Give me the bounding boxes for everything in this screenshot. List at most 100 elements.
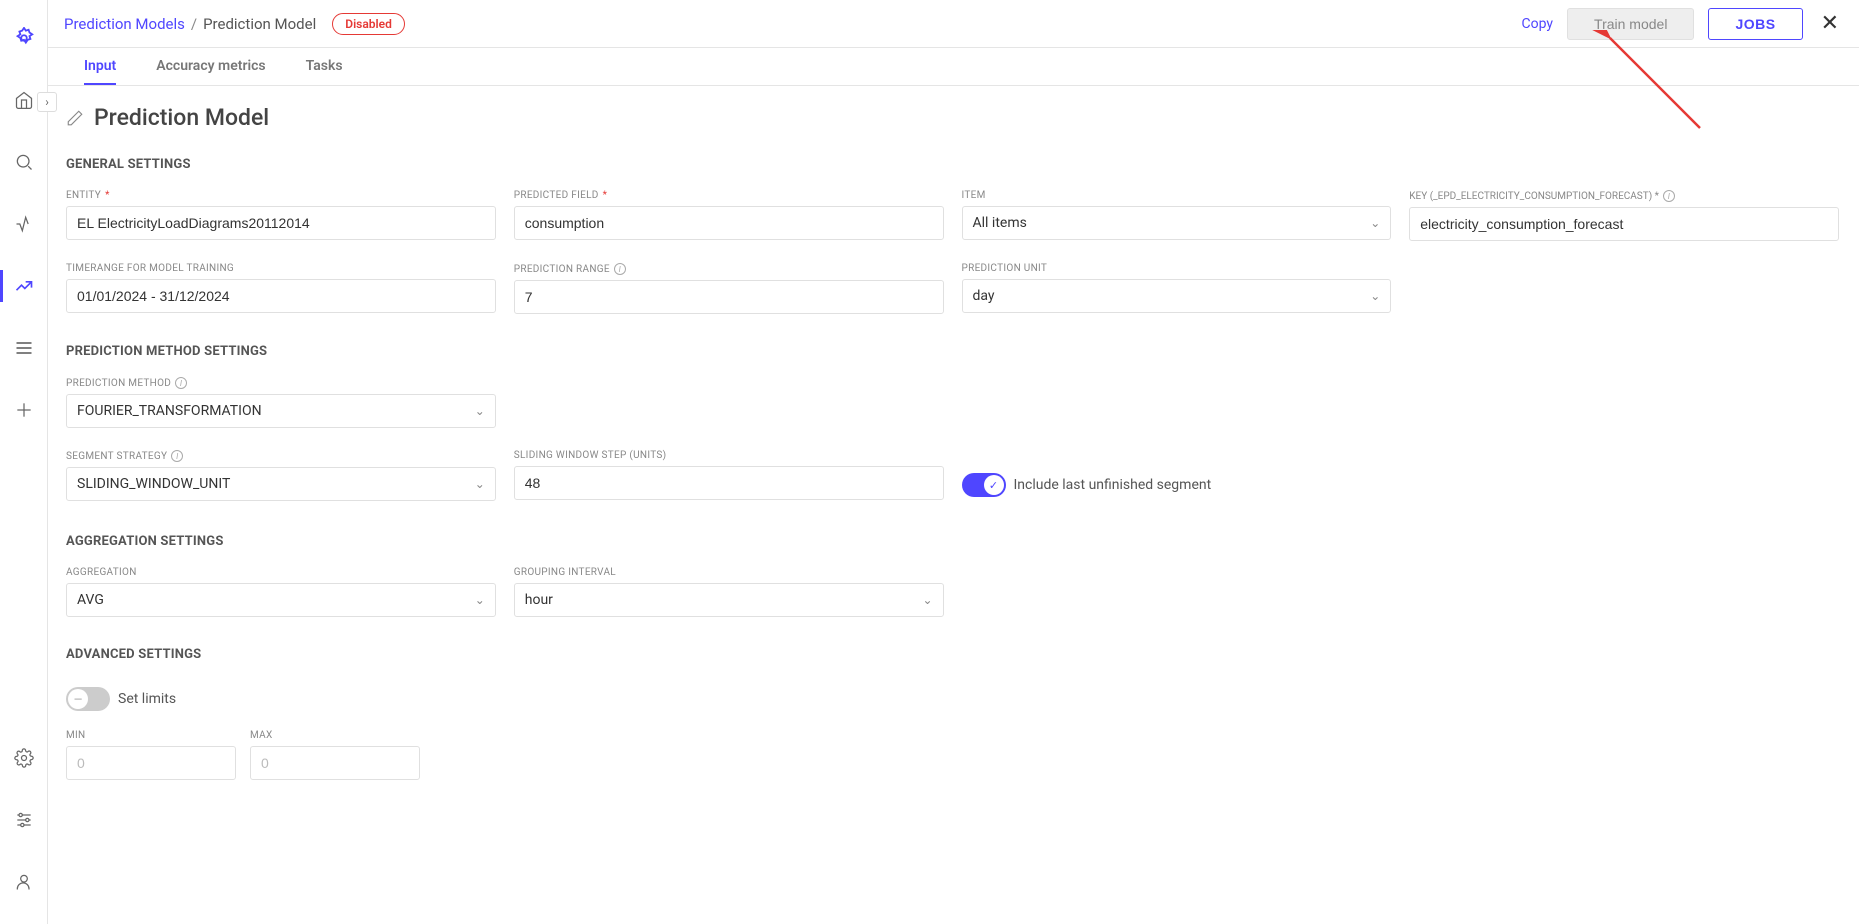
segment-strategy-select[interactable]: SLIDING_WINDOW_UNIT ⌄: [66, 467, 496, 501]
plus-icon: [12, 398, 36, 422]
edit-title-button[interactable]: [66, 109, 84, 127]
sliding-window-step-input[interactable]: [514, 466, 944, 500]
sidebar-item-search[interactable]: [0, 140, 48, 184]
section-aggregation-settings: AGGREGATION SETTINGS AGGREGATION AVG ⌄ G…: [66, 534, 1841, 617]
info-icon: i: [171, 450, 183, 462]
label-prediction-range: PREDICTION RANGE i: [514, 263, 944, 275]
section-general-settings: GENERAL SETTINGS ENTITY* PREDICTED FIELD…: [66, 157, 1841, 314]
train-model-button[interactable]: Train model: [1567, 8, 1694, 40]
label-grouping-interval: GROUPING INTERVAL: [514, 567, 944, 578]
label-max: MAX: [250, 730, 420, 741]
chevron-down-icon: ⌄: [475, 404, 485, 418]
aggregation-select[interactable]: AVG ⌄: [66, 583, 496, 617]
gear-burst-icon: [12, 26, 36, 50]
sidebar-expand-button[interactable]: ›: [37, 92, 57, 112]
aggregation-value: AVG: [77, 592, 104, 608]
pencil-icon: [66, 109, 84, 127]
status-badge: Disabled: [332, 13, 405, 35]
section-advanced-settings: ADVANCED SETTINGS — Set limits MIN MAX: [66, 647, 1841, 780]
entity-input[interactable]: [66, 206, 496, 240]
label-prediction-method: PREDICTION METHOD i: [66, 377, 496, 389]
left-sidebar: ›: [0, 0, 48, 924]
label-timerange: TIMERANGE FOR MODEL TRAINING: [66, 263, 496, 274]
sidebar-logo[interactable]: [0, 16, 48, 60]
minus-icon: —: [68, 689, 88, 709]
prediction-unit-value: day: [973, 288, 995, 304]
section-header-advanced: ADVANCED SETTINGS: [66, 647, 1841, 662]
user-icon: [12, 870, 36, 894]
prediction-unit-select[interactable]: day ⌄: [962, 279, 1392, 313]
sidebar-item-trend[interactable]: [0, 264, 48, 308]
chevron-down-icon: ⌄: [1370, 216, 1380, 230]
check-icon: ✓: [984, 475, 1004, 495]
sidebar-item-formula[interactable]: [0, 202, 48, 246]
close-icon: ✕: [1821, 11, 1839, 36]
info-icon: i: [1663, 190, 1675, 202]
key-input[interactable]: [1409, 207, 1839, 241]
chevron-right-icon: ›: [45, 95, 49, 109]
label-key: KEY (_EPD_electricity_consumption_foreca…: [1409, 190, 1839, 202]
prediction-range-input[interactable]: [514, 280, 944, 314]
include-last-toggle[interactable]: ✓: [962, 473, 1006, 497]
gear-icon: [12, 746, 36, 770]
item-select-value: All items: [973, 215, 1027, 231]
max-input[interactable]: [250, 746, 420, 780]
chevron-down-icon: ⌄: [1370, 289, 1380, 303]
grouping-interval-select[interactable]: hour ⌄: [514, 583, 944, 617]
breadcrumb-separator: /: [191, 15, 197, 33]
label-entity: ENTITY*: [66, 190, 496, 201]
label-predicted-field: PREDICTED FIELD*: [514, 190, 944, 201]
info-icon: i: [175, 377, 187, 389]
sidebar-item-list[interactable]: [0, 326, 48, 370]
info-icon: i: [614, 263, 626, 275]
section-header-aggregation: AGGREGATION SETTINGS: [66, 534, 1841, 549]
prediction-method-select[interactable]: FOURIER_TRANSFORMATION ⌄: [66, 394, 496, 428]
trend-icon: [12, 274, 36, 298]
breadcrumb: Prediction Models / Prediction Model: [64, 15, 316, 33]
min-input[interactable]: [66, 746, 236, 780]
section-header-general: GENERAL SETTINGS: [66, 157, 1841, 172]
chevron-down-icon: ⌄: [475, 477, 485, 491]
label-prediction-unit: PREDICTION UNIT: [962, 263, 1392, 274]
timerange-input[interactable]: [66, 279, 496, 313]
sidebar-item-add[interactable]: [0, 388, 48, 432]
magnifier-icon: [12, 150, 36, 174]
prediction-method-value: FOURIER_TRANSFORMATION: [77, 403, 262, 419]
label-segment-strategy: SEGMENT STRATEGY i: [66, 450, 496, 462]
sidebar-item-settings[interactable]: [0, 736, 48, 780]
section-method-settings: PREDICTION METHOD SETTINGS PREDICTION ME…: [66, 344, 1841, 504]
set-limits-label: Set limits: [118, 691, 176, 707]
tab-input[interactable]: Input: [84, 48, 116, 85]
copy-link[interactable]: Copy: [1522, 16, 1554, 32]
chevron-down-icon: ⌄: [475, 593, 485, 607]
sidebar-item-sliders[interactable]: [0, 798, 48, 842]
sidebar-item-user[interactable]: [0, 860, 48, 904]
include-last-label: Include last unfinished segment: [1014, 477, 1212, 493]
sliders-icon: [12, 808, 36, 832]
predicted-field-input[interactable]: [514, 206, 944, 240]
tabs-bar: Input Accuracy metrics Tasks: [48, 48, 1859, 86]
breadcrumb-current: Prediction Model: [203, 15, 316, 33]
main-panel: Prediction Models / Prediction Model Dis…: [48, 0, 1859, 924]
jobs-button[interactable]: JOBS: [1708, 8, 1802, 40]
formula-icon: [12, 212, 36, 236]
set-limits-toggle[interactable]: —: [66, 687, 110, 711]
tab-accuracy-metrics[interactable]: Accuracy metrics: [156, 48, 265, 85]
page-title: Prediction Model: [94, 104, 269, 131]
chevron-down-icon: ⌄: [922, 593, 932, 607]
home-icon: [12, 88, 36, 112]
label-min: MIN: [66, 730, 236, 741]
tab-tasks[interactable]: Tasks: [306, 48, 343, 85]
label-item: ITEM: [962, 190, 1392, 201]
section-header-method: PREDICTION METHOD SETTINGS: [66, 344, 1841, 359]
close-button[interactable]: ✕: [1817, 11, 1843, 36]
label-sliding-window-step: SLIDING WINDOW STEP (UNITS): [514, 450, 944, 461]
item-select[interactable]: All items ⌄: [962, 206, 1392, 240]
page-header: Prediction Models / Prediction Model Dis…: [48, 0, 1859, 48]
label-aggregation: AGGREGATION: [66, 567, 496, 578]
list-icon: [12, 336, 36, 360]
content-area: Prediction Model GENERAL SETTINGS ENTITY…: [48, 86, 1859, 924]
grouping-interval-value: hour: [525, 592, 553, 608]
breadcrumb-root-link[interactable]: Prediction Models: [64, 15, 185, 33]
segment-strategy-value: SLIDING_WINDOW_UNIT: [77, 476, 230, 492]
